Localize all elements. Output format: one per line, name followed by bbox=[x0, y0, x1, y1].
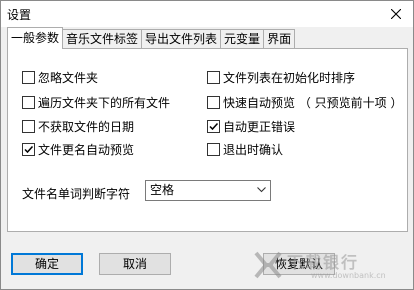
general-panel: 忽略文件夹 遍历文件夹下的所有文件 不获取文件的日期 文件更名自动预览 文件列表… bbox=[7, 48, 408, 232]
restore-defaults-button[interactable]: 恢复默认 bbox=[263, 253, 335, 275]
checkbox-label: 快速自动预览 （ 只预览前十项 ） bbox=[223, 95, 403, 110]
checkbox-box[interactable] bbox=[22, 95, 35, 109]
checkbox-quick-preview[interactable]: 快速自动预览 （ 只预览前十项 ） bbox=[207, 94, 402, 110]
checkbox-box[interactable] bbox=[207, 70, 220, 84]
checkbox-box[interactable] bbox=[22, 70, 35, 84]
checkbox-box[interactable] bbox=[207, 119, 220, 133]
checkbox-skip-file-date[interactable]: 不获取文件的日期 bbox=[22, 118, 134, 134]
checkbox-auto-correct[interactable]: 自动更正错误 bbox=[207, 118, 295, 134]
tab-strip: 一般参数 音乐文件标签 导出文件列表 元变量 界面 bbox=[7, 27, 296, 49]
checkbox-label: 不获取文件的日期 bbox=[38, 119, 135, 134]
checkbox-traverse-subfolders[interactable]: 遍历文件夹下的所有文件 bbox=[22, 94, 170, 110]
checkbox-rename-auto-preview[interactable]: 文件更名自动预览 bbox=[22, 141, 134, 157]
checkmark-icon bbox=[24, 145, 34, 153]
checkbox-label: 忽略文件夹 bbox=[38, 70, 99, 85]
checkbox-label: 退出时确认 bbox=[223, 142, 284, 157]
title-bar: 设置 bbox=[1, 1, 413, 27]
checkbox-label: 文件更名自动预览 bbox=[38, 142, 135, 157]
close-button[interactable] bbox=[379, 1, 413, 27]
select-value: 空格 bbox=[150, 183, 175, 197]
checkbox-label: 自动更正错误 bbox=[223, 119, 296, 134]
close-icon bbox=[391, 9, 401, 19]
checkbox-box[interactable] bbox=[22, 119, 35, 133]
ok-button[interactable]: 确定 bbox=[11, 253, 83, 275]
checkmark-icon bbox=[209, 122, 219, 130]
checkbox-label: 遍历文件夹下的所有文件 bbox=[38, 95, 171, 110]
dialog-title: 设置 bbox=[7, 8, 32, 22]
tab-export-list[interactable]: 导出文件列表 bbox=[141, 29, 222, 49]
checkbox-confirm-exit[interactable]: 退出时确认 bbox=[207, 141, 283, 157]
checkbox-ignore-folders[interactable]: 忽略文件夹 bbox=[22, 69, 98, 85]
separator-label: 文件名单词判断字符 bbox=[22, 187, 131, 201]
checkbox-box[interactable] bbox=[22, 142, 35, 156]
tab-meta-variables[interactable]: 元变量 bbox=[220, 29, 265, 49]
button-bar: 确定 取消 恢复默认 bbox=[1, 241, 413, 289]
checkbox-box[interactable] bbox=[207, 95, 220, 109]
settings-dialog: 设置 一般参数 音乐文件标签 导出文件列表 元变量 界面 忽略文件夹 遍历文件夹… bbox=[0, 0, 414, 290]
cancel-button[interactable]: 取消 bbox=[99, 253, 171, 275]
separator-select[interactable]: 空格 bbox=[145, 180, 271, 201]
chevron-down-icon bbox=[257, 187, 266, 193]
tab-general[interactable]: 一般参数 bbox=[7, 27, 64, 49]
tab-music-tags[interactable]: 音乐文件标签 bbox=[62, 29, 143, 49]
checkbox-label: 文件列表在初始化时排序 bbox=[223, 70, 356, 85]
tab-interface[interactable]: 界面 bbox=[263, 29, 296, 49]
checkbox-box[interactable] bbox=[207, 142, 220, 156]
checkbox-sort-on-init[interactable]: 文件列表在初始化时排序 bbox=[207, 69, 355, 85]
